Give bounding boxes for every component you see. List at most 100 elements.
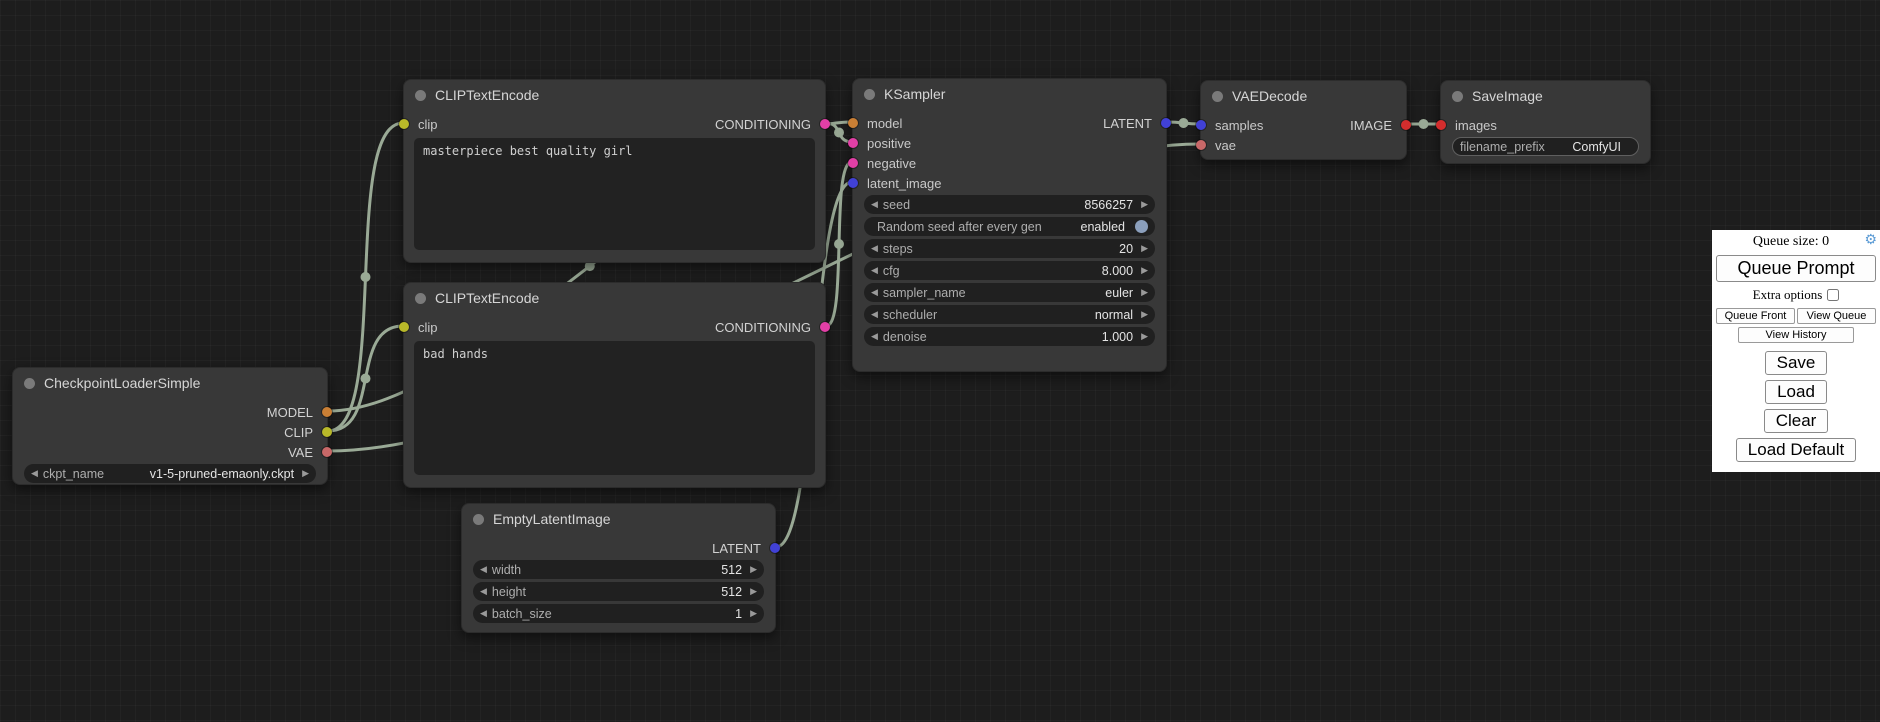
positive-input-dot[interactable] (848, 138, 858, 148)
height-widget[interactable]: ◀ height 512 ▶ (473, 582, 764, 601)
queue-front-button[interactable]: Queue Front (1716, 308, 1795, 324)
extra-options-checkbox[interactable] (1827, 289, 1839, 301)
batch-size-widget[interactable]: ◀ batch_size 1 ▶ (473, 604, 764, 623)
model-output-dot[interactable] (322, 407, 332, 417)
clip-input-dot[interactable] (399, 322, 409, 332)
decrement-arrow-icon[interactable]: ◀ (871, 266, 878, 275)
latent-image-input-dot[interactable] (848, 178, 858, 188)
view-history-button[interactable]: View History (1738, 327, 1853, 343)
node-graph-canvas[interactable]: CheckpointLoaderSimple MODEL CLIP VAE (0, 0, 1880, 722)
node-collapse-dot-icon[interactable] (1452, 91, 1463, 102)
settings-gear-icon[interactable]: ⚙ (1864, 232, 1877, 249)
cfg-widget[interactable]: ◀ cfg 8.000 ▶ (864, 261, 1155, 280)
prompt-textarea[interactable]: masterpiece best quality girl (414, 138, 815, 250)
decrement-arrow-icon[interactable]: ◀ (480, 587, 487, 596)
sampler-name-widget[interactable]: ◀ sampler_name euler ▶ (864, 283, 1155, 302)
steps-widget[interactable]: ◀ steps 20 ▶ (864, 239, 1155, 258)
decrement-arrow-icon[interactable]: ◀ (31, 469, 38, 478)
node-title: SaveImage (1472, 88, 1543, 104)
decrement-arrow-icon[interactable]: ◀ (480, 609, 487, 618)
ckpt-name-widget[interactable]: ◀ ckpt_name v1-5-pruned-emaonly.ckpt ▶ (24, 464, 316, 483)
widget-value: v1-5-pruned-emaonly.ckpt (150, 467, 297, 481)
negative-input-dot[interactable] (848, 158, 858, 168)
widget-label: filename_prefix (1460, 140, 1545, 154)
increment-arrow-icon[interactable]: ▶ (750, 587, 757, 596)
widget-label: Random seed after every gen (877, 220, 1042, 234)
node-titlebar[interactable]: CheckpointLoaderSimple (13, 368, 327, 398)
node-save-image[interactable]: SaveImage images filename_prefix ComfyUI (1440, 80, 1651, 164)
denoise-widget[interactable]: ◀ denoise 1.000 ▶ (864, 327, 1155, 346)
queue-prompt-button[interactable]: Queue Prompt (1716, 255, 1876, 282)
decrement-arrow-icon[interactable]: ◀ (871, 288, 878, 297)
node-vae-decode[interactable]: VAEDecode samples IMAGE vae (1200, 80, 1407, 160)
node-titlebar[interactable]: KSampler (853, 79, 1166, 109)
view-queue-button[interactable]: View Queue (1797, 308, 1876, 324)
increment-arrow-icon[interactable]: ▶ (1141, 288, 1148, 297)
decrement-arrow-icon[interactable]: ◀ (480, 565, 487, 574)
input-slot-model: model (867, 116, 902, 131)
increment-arrow-icon[interactable]: ▶ (302, 469, 309, 478)
images-input-dot[interactable] (1436, 120, 1446, 130)
latent-output-dot[interactable] (770, 543, 780, 553)
node-titlebar[interactable]: CLIPTextEncode (404, 283, 825, 313)
increment-arrow-icon[interactable]: ▶ (750, 609, 757, 618)
image-output-dot[interactable] (1401, 120, 1411, 130)
node-clip-text-encode-positive[interactable]: CLIPTextEncode clip CONDITIONING masterp… (403, 79, 826, 263)
latent-output-dot[interactable] (1161, 118, 1171, 128)
output-slot-clip: CLIP (284, 425, 313, 440)
node-collapse-dot-icon[interactable] (415, 90, 426, 101)
node-checkpoint-loader[interactable]: CheckpointLoaderSimple MODEL CLIP VAE (12, 367, 328, 485)
input-slot-negative: negative (867, 156, 916, 171)
node-titlebar[interactable]: CLIPTextEncode (404, 80, 825, 110)
increment-arrow-icon[interactable]: ▶ (1141, 200, 1148, 209)
node-titlebar[interactable]: EmptyLatentImage (462, 504, 775, 534)
increment-arrow-icon[interactable]: ▶ (1141, 332, 1148, 341)
toggle-knob-icon[interactable] (1135, 220, 1148, 233)
model-input-dot[interactable] (848, 118, 858, 128)
input-slot-samples: samples (1215, 118, 1263, 133)
node-collapse-dot-icon[interactable] (24, 378, 35, 389)
node-collapse-dot-icon[interactable] (415, 293, 426, 304)
decrement-arrow-icon[interactable]: ◀ (871, 310, 878, 319)
link-clip-to-negative-encode (328, 326, 403, 431)
widget-value: 8566257 (1084, 198, 1136, 212)
increment-arrow-icon[interactable]: ▶ (750, 565, 757, 574)
node-ksampler[interactable]: KSampler model LATENT positive (852, 78, 1167, 372)
widget-label: scheduler (883, 308, 937, 322)
node-empty-latent-image[interactable]: EmptyLatentImage LATENT ◀ width 512 ▶ ◀ … (461, 503, 776, 633)
clip-output-dot[interactable] (322, 427, 332, 437)
increment-arrow-icon[interactable]: ▶ (1141, 310, 1148, 319)
vae-input-dot[interactable] (1196, 140, 1206, 150)
conditioning-output-dot[interactable] (820, 119, 830, 129)
node-titlebar[interactable]: SaveImage (1441, 81, 1650, 111)
link-midpoint-dot (361, 272, 371, 282)
node-collapse-dot-icon[interactable] (473, 514, 484, 525)
scheduler-widget[interactable]: ◀ scheduler normal ▶ (864, 305, 1155, 324)
increment-arrow-icon[interactable]: ▶ (1141, 266, 1148, 275)
filename-prefix-widget[interactable]: filename_prefix ComfyUI (1452, 137, 1639, 156)
width-widget[interactable]: ◀ width 512 ▶ (473, 560, 764, 579)
node-titlebar[interactable]: VAEDecode (1201, 81, 1406, 111)
node-clip-text-encode-negative[interactable]: CLIPTextEncode clip CONDITIONING bad han… (403, 282, 826, 488)
clip-input-dot[interactable] (399, 119, 409, 129)
extra-options-label: Extra options (1753, 287, 1823, 303)
load-button[interactable]: Load (1765, 380, 1827, 404)
samples-input-dot[interactable] (1196, 120, 1206, 130)
conditioning-output-dot[interactable] (820, 322, 830, 332)
decrement-arrow-icon[interactable]: ◀ (871, 244, 878, 253)
node-collapse-dot-icon[interactable] (1212, 91, 1223, 102)
widget-label: cfg (883, 264, 900, 278)
link-midpoint-dot (834, 239, 844, 249)
prompt-textarea[interactable]: bad hands (414, 341, 815, 475)
save-button[interactable]: Save (1765, 351, 1828, 375)
vae-output-dot[interactable] (322, 447, 332, 457)
decrement-arrow-icon[interactable]: ◀ (871, 200, 878, 209)
widget-label: batch_size (492, 607, 552, 621)
random-seed-toggle-widget[interactable]: Random seed after every gen enabled (864, 217, 1155, 236)
node-collapse-dot-icon[interactable] (864, 89, 875, 100)
load-default-button[interactable]: Load Default (1736, 438, 1856, 462)
seed-widget[interactable]: ◀ seed 8566257 ▶ (864, 195, 1155, 214)
decrement-arrow-icon[interactable]: ◀ (871, 332, 878, 341)
increment-arrow-icon[interactable]: ▶ (1141, 244, 1148, 253)
clear-button[interactable]: Clear (1764, 409, 1829, 433)
